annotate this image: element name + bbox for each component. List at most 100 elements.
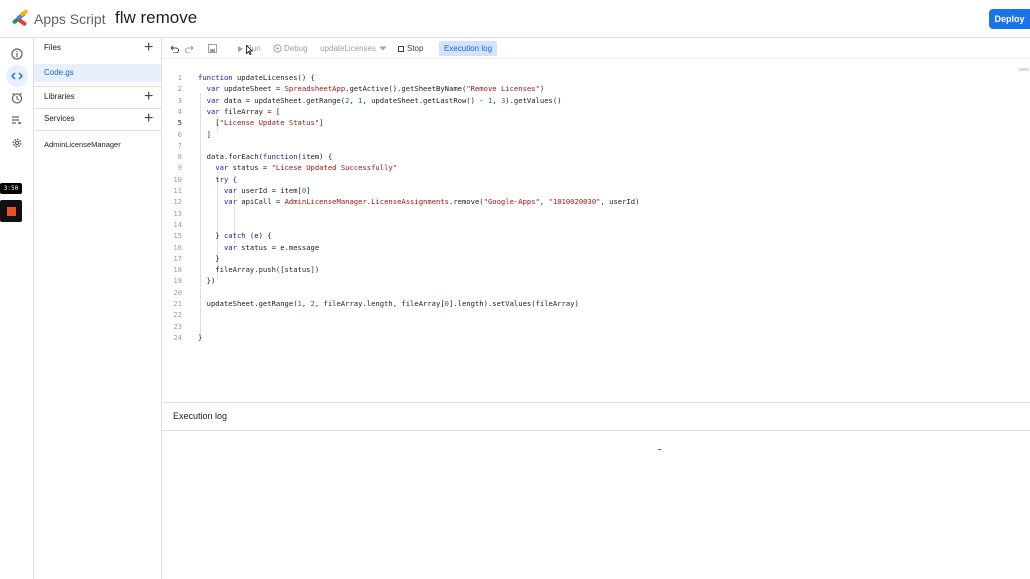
line-number: 22 xyxy=(173,310,182,320)
code-text: var fileArray = [ xyxy=(206,106,281,116)
line-number: 8 xyxy=(177,152,182,162)
code-line[interactable]: 16 var status = e.message xyxy=(162,243,1030,254)
files-label: Files xyxy=(44,43,61,52)
save-button[interactable] xyxy=(208,41,217,56)
code-text: updateSheet.getRange(1, 2, fileArray.len… xyxy=(198,299,579,308)
settings-button[interactable] xyxy=(6,132,28,154)
line-number: 21 xyxy=(173,299,182,308)
line-number: 4 xyxy=(177,106,182,116)
line-number: 15 xyxy=(173,231,182,241)
code-text: data.forEach(function(item) { xyxy=(198,152,333,162)
code-line[interactable]: 21 updateSheet.getRange(1, 2, fileArray.… xyxy=(162,299,1030,310)
stop-recording-button[interactable] xyxy=(0,200,22,222)
overview-button[interactable] xyxy=(6,43,28,65)
files-panel: Files + Code.gs Libraries + Services + A… xyxy=(34,38,162,579)
add-file-plus-icon[interactable]: + xyxy=(144,38,153,58)
code-line[interactable]: 24} xyxy=(162,333,1030,344)
line-number: 24 xyxy=(173,332,182,342)
triggers-button[interactable] xyxy=(6,87,28,109)
code-line[interactable]: 5 ["License Update Status"] xyxy=(162,118,1030,129)
code-line[interactable]: 23 xyxy=(162,322,1030,333)
loading-indicator xyxy=(658,449,661,450)
deploy-button[interactable]: Deploy xyxy=(989,9,1030,29)
code-line[interactable]: 17 } xyxy=(162,254,1030,265)
file-name: Code.gs xyxy=(44,68,74,77)
line-number: 18 xyxy=(173,265,182,275)
debug-label: Debug xyxy=(284,44,308,53)
redo-icon xyxy=(185,45,194,53)
line-number: 10 xyxy=(173,174,182,184)
code-line[interactable]: 3 var data = updateSheet.getRange(2, 1, … xyxy=(162,96,1030,107)
code-line[interactable]: 7 xyxy=(162,141,1030,152)
play-icon xyxy=(238,45,243,52)
code-text: ["License Update Status"] xyxy=(198,118,324,128)
code-text: ] xyxy=(198,129,211,139)
code-text: var apiCall = AdminLicenseManager.Licens… xyxy=(223,197,640,207)
code-line[interactable]: 14 xyxy=(162,220,1030,231)
code-line[interactable]: 13 xyxy=(162,209,1030,220)
files-section-header: Files + xyxy=(34,38,162,60)
gear-icon xyxy=(12,138,22,148)
app-name[interactable]: Apps Script xyxy=(34,11,106,27)
code-text: } catch (e) { xyxy=(198,231,272,241)
add-library-plus-icon[interactable]: + xyxy=(144,87,153,107)
stop-button[interactable]: Stop xyxy=(398,41,423,56)
libraries-section-header: Libraries + xyxy=(34,87,162,109)
code-line[interactable]: 4 var fileArray = [ xyxy=(162,107,1030,118)
execution-log-button[interactable]: Execution log xyxy=(439,41,498,56)
line-number: 2 xyxy=(177,84,182,94)
line-number: 17 xyxy=(173,253,182,263)
code-text: try { xyxy=(215,174,237,184)
code-editor[interactable]: 1 function updateLicenses() {2 var update… xyxy=(162,60,1030,400)
file-item-code-gs[interactable]: Code.gs xyxy=(34,64,161,82)
add-service-plus-icon[interactable]: + xyxy=(144,109,153,129)
libraries-label: Libraries xyxy=(44,92,75,101)
code-text: } xyxy=(198,253,220,263)
execution-log-title: Execution log xyxy=(173,411,228,421)
apps-script-logo-icon[interactable] xyxy=(11,9,31,27)
services-section-header: Services + xyxy=(34,109,162,131)
code-line[interactable]: 22 xyxy=(162,310,1030,321)
undo-button[interactable] xyxy=(170,41,179,56)
run-list-icon xyxy=(12,116,22,125)
code-text: } xyxy=(198,332,203,342)
function-select[interactable]: updateLicenses xyxy=(320,41,387,56)
dropdown-arrow-icon xyxy=(379,46,387,51)
debug-button[interactable]: Debug xyxy=(273,41,308,56)
line-number: 23 xyxy=(173,321,182,331)
code-line[interactable]: 6 ] xyxy=(162,130,1030,141)
line-number: 12 xyxy=(173,197,182,207)
code-text: }) xyxy=(198,276,216,286)
code-line[interactable]: 12 var apiCall = AdminLicenseManager.Lic… xyxy=(162,197,1030,208)
services-label: Services xyxy=(44,114,75,123)
function-select-value: updateLicenses xyxy=(320,44,377,53)
line-number: 7 xyxy=(177,140,182,150)
code-line[interactable]: 1 function updateLicenses() { xyxy=(162,73,1030,84)
code-line[interactable]: 2 var updateSheet = SpreadsheetApp.getAc… xyxy=(162,84,1030,95)
code-line[interactable]: 20 xyxy=(162,288,1030,299)
project-title[interactable]: flw remove xyxy=(115,8,197,28)
editor-button[interactable] xyxy=(6,65,28,87)
line-number: 5 xyxy=(177,118,182,128)
redo-button[interactable] xyxy=(185,41,194,56)
mouse-pointer-icon xyxy=(246,45,253,55)
scrollbar-marker[interactable] xyxy=(1019,68,1029,71)
service-item-admin-license-manager[interactable]: AdminLicenseManager xyxy=(44,140,121,149)
save-icon xyxy=(208,44,217,53)
recording-timer: 3:50 xyxy=(0,183,22,194)
executions-button[interactable] xyxy=(6,109,28,131)
code-line[interactable]: 19 }) xyxy=(162,276,1030,287)
stop-square-icon xyxy=(6,206,16,216)
code-line[interactable]: 8 data.forEach(function(item) { xyxy=(162,152,1030,163)
code-line[interactable]: 15 } catch (e) { xyxy=(162,231,1030,242)
line-number: 9 xyxy=(177,163,182,173)
code-line[interactable]: 11 var userId = item[0] xyxy=(162,186,1030,197)
code-line[interactable]: 9 var status = "Licese Updated Successfu… xyxy=(162,163,1030,174)
code-line[interactable]: 10 try { xyxy=(162,175,1030,186)
stop-label: Stop xyxy=(407,44,424,53)
code-line[interactable]: 18 fileArray.push([status]) xyxy=(162,265,1030,276)
line-number: 6 xyxy=(177,129,182,139)
info-icon xyxy=(11,48,23,60)
left-rail: 3:50 xyxy=(0,38,34,579)
divider xyxy=(34,130,162,131)
